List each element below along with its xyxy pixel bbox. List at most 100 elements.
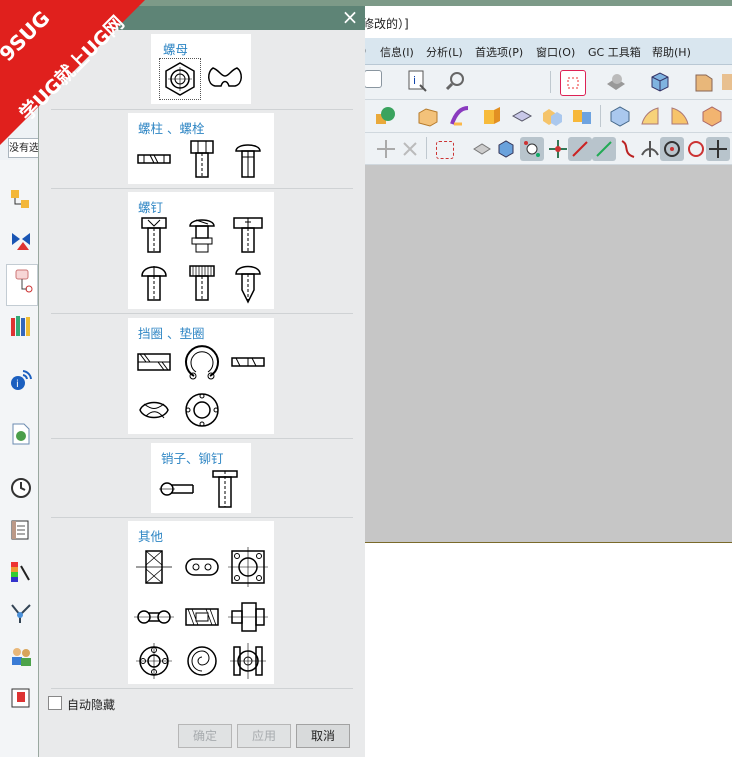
reuse-library-icon[interactable] <box>9 314 33 338</box>
snap-move-icon[interactable] <box>546 137 570 161</box>
menu-item-preferences[interactable]: 首选项(P) <box>475 44 523 60</box>
slotted-screw-icon[interactable] <box>228 216 268 256</box>
sheet-more-icon[interactable] <box>722 70 732 94</box>
pattern-icon[interactable] <box>540 104 564 128</box>
combine-icon[interactable] <box>570 104 594 128</box>
autohide-checkbox[interactable] <box>48 696 62 710</box>
extrude-icon[interactable] <box>480 104 504 128</box>
info-feed-icon[interactable]: i <box>9 368 33 392</box>
group-title-screws: 螺钉 <box>138 200 164 215</box>
history-clock-icon[interactable] <box>9 476 33 500</box>
ok-button[interactable]: 确定 <box>178 724 232 748</box>
window-title: 修改的）] <box>362 17 409 31</box>
lower-panel <box>360 543 732 757</box>
crosshair-icon[interactable] <box>706 137 730 161</box>
system-materials-icon[interactable] <box>9 518 33 542</box>
snap-point-icon[interactable] <box>520 137 544 161</box>
intersect-icon[interactable] <box>638 137 662 161</box>
circle-point-icon[interactable] <box>684 137 708 161</box>
center-icon[interactable] <box>660 137 684 161</box>
group-title-studs-bolts: 螺柱 、螺栓 <box>138 121 205 136</box>
view-cube-icon[interactable] <box>494 137 518 161</box>
retaining-ring-icon[interactable] <box>134 342 174 382</box>
process-studio-icon[interactable] <box>9 602 33 626</box>
spring-washer-icon[interactable] <box>134 390 174 430</box>
link-icon[interactable] <box>134 597 174 637</box>
toolbar-row-2 <box>360 100 732 133</box>
slot-plate-icon[interactable] <box>182 547 222 587</box>
window-title-bar: 修改的）] <box>360 6 732 39</box>
cancel-button[interactable]: 取消 <box>296 724 350 748</box>
bearing-icon[interactable] <box>134 641 174 681</box>
constraint-navigator-icon[interactable] <box>9 230 33 254</box>
wing-nut-icon[interactable] <box>205 58 245 98</box>
flat-washer-icon[interactable] <box>228 342 268 382</box>
graphics-viewport[interactable] <box>360 165 732 542</box>
block-icon[interactable] <box>510 104 534 128</box>
hex-nut-icon[interactable] <box>159 58 201 100</box>
round-head-screw-icon[interactable] <box>134 264 174 304</box>
menu-item-window[interactable]: 窗口(O) <box>536 44 575 60</box>
group-studs-bolts: 螺柱 、螺栓 <box>128 113 274 184</box>
resource-bar: i <box>0 160 39 757</box>
group-screws: 螺钉 <box>128 192 274 309</box>
stud-icon[interactable] <box>134 139 174 179</box>
menu-item-help[interactable]: 帮助(H) <box>652 44 691 60</box>
roles-icon[interactable] <box>9 644 33 668</box>
transform-icon[interactable] <box>398 137 422 161</box>
carriage-bolt-icon[interactable] <box>228 139 268 179</box>
menu-bar: ) 信息(I) 分析(L) 首选项(P) 窗口(O) GC 工具箱 帮助(H) <box>360 38 732 65</box>
cotter-pin-icon[interactable] <box>157 469 197 509</box>
menu-item-gc-toolbox[interactable]: GC 工具箱 <box>588 44 641 60</box>
line-icon[interactable] <box>568 137 592 161</box>
menu-item-analysis[interactable]: 分析(L) <box>426 44 463 60</box>
move-icon[interactable] <box>374 137 398 161</box>
shaded-view-icon[interactable] <box>604 70 628 94</box>
group-pins-rivets: 销子、铆钉 <box>151 443 251 513</box>
bushing-icon[interactable] <box>182 597 222 637</box>
spiral-icon[interactable] <box>182 641 222 681</box>
surface-3-icon[interactable] <box>700 104 724 128</box>
coupling-icon[interactable] <box>228 597 268 637</box>
block-icon[interactable] <box>134 547 174 587</box>
apply-button[interactable]: 应用 <box>237 724 291 748</box>
view-box-icon[interactable] <box>364 70 382 88</box>
group-nuts: 螺母 <box>151 34 251 104</box>
cube-icon[interactable] <box>648 70 672 94</box>
hex-bolt-icon[interactable] <box>182 139 222 179</box>
web-browser-icon[interactable] <box>9 422 33 446</box>
set-screw-icon[interactable] <box>182 216 222 256</box>
view-triad-icon[interactable] <box>470 137 494 161</box>
sweep-icon[interactable] <box>448 104 472 128</box>
wood-screw-icon[interactable] <box>228 264 268 304</box>
menu-item-info[interactable]: 信息(I) <box>380 44 414 60</box>
close-icon[interactable]: × <box>341 7 359 27</box>
line-2-icon[interactable] <box>592 137 616 161</box>
training-book-icon[interactable] <box>9 686 33 710</box>
knurled-screw-icon[interactable] <box>182 264 222 304</box>
group-title-nuts: 螺母 <box>163 42 189 57</box>
face-icon[interactable] <box>608 104 632 128</box>
double-bearing-icon[interactable] <box>228 641 268 681</box>
flange-icon[interactable] <box>228 547 268 587</box>
socket-screw-icon[interactable] <box>134 216 174 256</box>
circlip-icon[interactable] <box>182 342 222 382</box>
sheet-icon[interactable] <box>692 70 716 94</box>
fit-view-icon[interactable] <box>560 70 586 96</box>
part-navigator-icon[interactable] <box>6 264 38 306</box>
lock-washer-icon[interactable] <box>182 390 222 430</box>
zoom-search-icon[interactable] <box>444 69 468 93</box>
info-icon[interactable]: i <box>406 69 430 93</box>
group-retaining-rings-washers: 挡圈 、垫圈 <box>128 318 274 434</box>
assembly-navigator-icon[interactable] <box>9 188 33 212</box>
box-feature-icon[interactable] <box>416 104 440 128</box>
group-others: 其他 <box>128 521 274 684</box>
group-title-others: 其他 <box>138 529 164 544</box>
rivet-icon[interactable] <box>205 469 245 509</box>
visualization-icon[interactable] <box>9 560 33 584</box>
surface-2-icon[interactable] <box>668 104 692 128</box>
curve-icon[interactable] <box>616 137 640 161</box>
shape-add-icon[interactable] <box>374 104 398 128</box>
surface-icon[interactable] <box>638 104 662 128</box>
select-box-icon[interactable] <box>436 141 454 159</box>
